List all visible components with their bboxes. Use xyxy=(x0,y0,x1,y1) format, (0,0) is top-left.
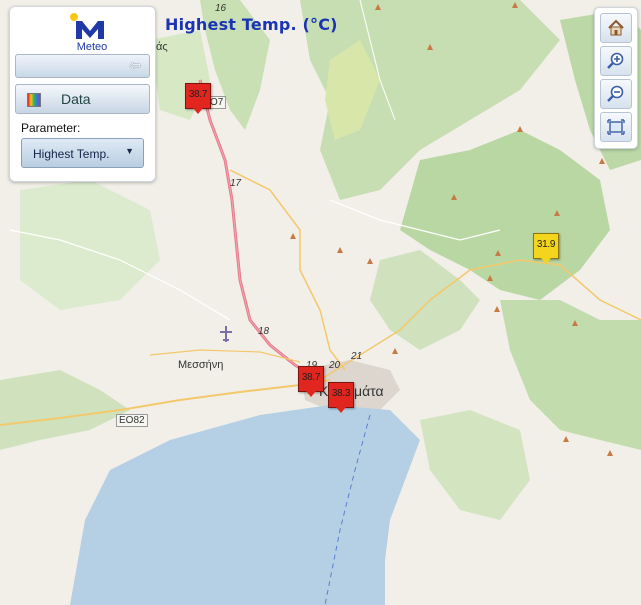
arrow-left-icon: ⇦ xyxy=(129,57,141,73)
temp-marker-north[interactable]: 38.7 xyxy=(185,83,211,114)
road-number-17: 17 xyxy=(230,178,242,189)
control-panel: Meteo ⇦ Data Parameter: Highest Temp. ▼ xyxy=(9,6,156,182)
data-button[interactable]: Data xyxy=(15,84,150,114)
temp-marker-east[interactable]: 31.9 xyxy=(533,233,559,264)
color-palette-icon xyxy=(27,93,41,107)
home-icon xyxy=(608,19,624,36)
caret-down-icon: ▼ xyxy=(125,146,134,156)
parameter-select[interactable]: Highest Temp. ▼ xyxy=(21,138,144,168)
map-title: Highest Temp. (°C) xyxy=(165,15,338,34)
temp-value: 38.7 xyxy=(301,372,321,383)
zoom-out-button[interactable] xyxy=(600,79,632,109)
road-number-18: 18 xyxy=(258,326,270,337)
road-number-20: 20 xyxy=(329,360,341,371)
road-label-eo82: ΕΟ82 xyxy=(116,414,148,427)
meteo-logo: Meteo xyxy=(70,11,114,55)
zoom-in-button[interactable] xyxy=(600,46,632,76)
place-label-messini: Μεσσήνη xyxy=(178,359,224,371)
parameter-label: Parameter: xyxy=(21,121,81,135)
logo-text: Meteo xyxy=(76,41,108,53)
full-extent-icon xyxy=(607,119,625,135)
road-number-21: 21 xyxy=(351,351,363,362)
meteo-logo-icon xyxy=(70,13,104,39)
temp-marker-kalamata-east[interactable]: 38.3 xyxy=(328,382,354,413)
map-toolbar xyxy=(594,7,638,149)
place-label-partial: άς xyxy=(156,41,168,53)
back-button[interactable]: ⇦ xyxy=(15,54,150,78)
zoom-in-icon xyxy=(607,52,624,69)
zoom-out-icon xyxy=(607,85,624,102)
home-button[interactable] xyxy=(600,13,632,43)
temp-value: 38.3 xyxy=(331,388,351,399)
parameter-select-value: Highest Temp. xyxy=(33,147,110,161)
temp-value: 31.9 xyxy=(536,239,556,250)
full-extent-button[interactable] xyxy=(600,112,632,142)
road-number-16: 16 xyxy=(215,3,227,14)
data-button-label: Data xyxy=(61,91,91,107)
temp-marker-kalamata-west[interactable]: 38.7 xyxy=(298,366,324,397)
place-label-kalamata-end: μάτα xyxy=(354,383,384,399)
temp-value: 38.7 xyxy=(188,89,208,100)
